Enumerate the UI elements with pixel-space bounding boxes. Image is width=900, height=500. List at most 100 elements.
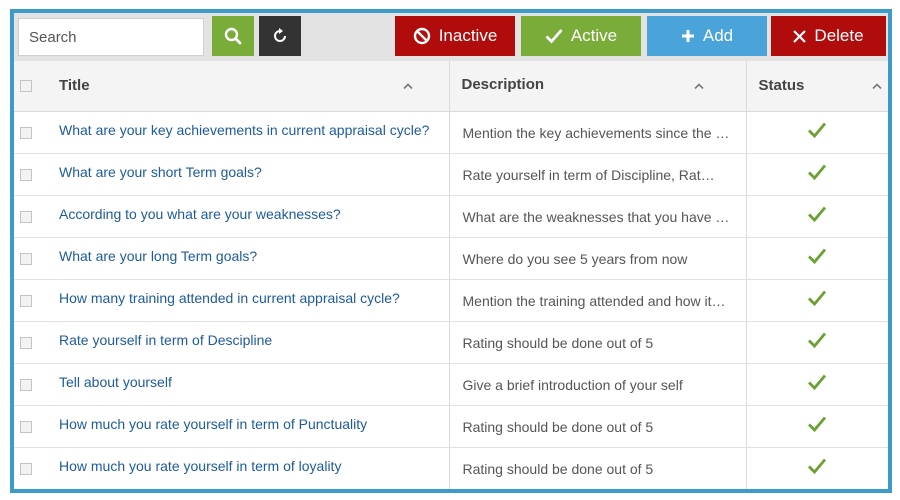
column-header-title-label: Title bbox=[59, 77, 90, 94]
row-checkbox-cell bbox=[14, 321, 49, 364]
delete-button[interactable]: Delete bbox=[771, 16, 886, 56]
row-checkbox[interactable] bbox=[20, 252, 32, 265]
row-checkbox-cell bbox=[14, 153, 49, 196]
refresh-button[interactable] bbox=[259, 16, 301, 56]
row-description: Rating should be done out of 5 bbox=[448, 321, 747, 364]
toolbar: Inactive Active Add Delete bbox=[14, 13, 888, 61]
plus-icon bbox=[681, 30, 694, 42]
row-status bbox=[746, 279, 888, 322]
row-description: Rating should be done out of 5 bbox=[448, 405, 747, 448]
row-title-link[interactable]: How much you rate yourself in term of lo… bbox=[49, 447, 449, 489]
active-check-icon bbox=[808, 206, 827, 223]
row-title-text: How much you rate yourself in term of Pu… bbox=[59, 415, 368, 432]
row-title-link[interactable]: Tell about yourself bbox=[49, 363, 449, 406]
row-description: Give a brief introduction of your self bbox=[448, 363, 747, 406]
row-description: Rating should be done out of 5 bbox=[448, 447, 747, 489]
add-button[interactable]: Add bbox=[647, 16, 767, 56]
row-status bbox=[746, 237, 888, 280]
active-check-icon bbox=[808, 164, 827, 181]
row-checkbox[interactable] bbox=[20, 126, 32, 139]
row-status bbox=[746, 195, 888, 238]
row-description: Mention the training attended and how it… bbox=[448, 279, 747, 322]
row-status bbox=[746, 153, 888, 196]
row-status bbox=[746, 447, 888, 489]
row-checkbox[interactable] bbox=[20, 210, 32, 223]
search-input[interactable] bbox=[18, 18, 204, 56]
table-row[interactable]: Tell about yourself Give a brief introdu… bbox=[14, 363, 888, 406]
row-description: Where do you see 5 years from now bbox=[448, 237, 747, 280]
row-checkbox[interactable] bbox=[20, 420, 32, 433]
questions-panel: Inactive Active Add Delete bbox=[10, 9, 892, 493]
active-check-icon bbox=[808, 374, 827, 391]
row-title-text: Tell about yourself bbox=[59, 373, 172, 390]
column-header-title[interactable]: Title bbox=[49, 61, 449, 112]
row-title-text: According to you what are your weaknesse… bbox=[59, 205, 341, 222]
row-title-link[interactable]: How many training attended in current ap… bbox=[49, 279, 449, 322]
row-status bbox=[746, 405, 888, 448]
row-checkbox-cell bbox=[14, 405, 49, 448]
row-status bbox=[746, 111, 888, 154]
row-checkbox[interactable] bbox=[20, 336, 32, 349]
row-checkbox-cell bbox=[14, 237, 49, 280]
row-checkbox-cell bbox=[14, 111, 49, 154]
inactive-label: Inactive bbox=[438, 26, 498, 45]
table-row[interactable]: How much you rate yourself in term of lo… bbox=[14, 447, 888, 489]
active-check-icon bbox=[808, 458, 827, 475]
row-checkbox[interactable] bbox=[20, 294, 32, 307]
table-header-row: Title Description Status bbox=[14, 61, 888, 112]
active-label: Active bbox=[570, 26, 618, 45]
table-row[interactable]: How much you rate yourself in term of Pu… bbox=[14, 405, 888, 448]
close-icon bbox=[793, 29, 807, 43]
row-description: Rate yourself in term of Discipline, Rat… bbox=[448, 153, 747, 196]
table-row[interactable]: How many training attended in current ap… bbox=[14, 279, 888, 322]
select-all-cell bbox=[14, 61, 49, 112]
row-status bbox=[746, 321, 888, 364]
row-title-link[interactable]: What are your long Term goals? bbox=[49, 237, 449, 280]
row-checkbox[interactable] bbox=[20, 462, 32, 475]
active-check-icon bbox=[808, 122, 827, 139]
active-check-icon bbox=[808, 290, 827, 307]
row-title-text: What are your short Term goals? bbox=[59, 163, 262, 180]
row-title-link[interactable]: What are your key achievements in curren… bbox=[49, 111, 449, 154]
row-checkbox-cell bbox=[14, 195, 49, 238]
row-checkbox-cell bbox=[14, 447, 49, 489]
table-row[interactable]: Rate yourself in term of Descipline Rati… bbox=[14, 321, 888, 364]
row-description: What are the weaknesses that you have … bbox=[448, 195, 747, 238]
active-button[interactable]: Active bbox=[521, 16, 641, 56]
select-all-checkbox[interactable] bbox=[20, 80, 32, 92]
questions-table: Title Description Status What are your k… bbox=[14, 61, 888, 489]
row-title-text: What are your long Term goals? bbox=[59, 247, 258, 264]
column-header-status-label: Status bbox=[758, 77, 805, 94]
sort-up-icon bbox=[872, 83, 882, 89]
row-description: Mention the key achievements since the … bbox=[448, 111, 747, 154]
table-row[interactable]: What are your key achievements in curren… bbox=[14, 111, 888, 154]
table-row[interactable]: According to you what are your weaknesse… bbox=[14, 195, 888, 238]
row-title-text: What are your key achievements in curren… bbox=[59, 121, 430, 138]
active-check-icon bbox=[808, 332, 827, 349]
row-title-link[interactable]: Rate yourself in term of Descipline bbox=[49, 321, 449, 364]
sort-up-icon bbox=[693, 83, 704, 89]
table-row[interactable]: What are your short Term goals? Rate you… bbox=[14, 153, 888, 196]
row-checkbox-cell bbox=[14, 279, 49, 322]
inactive-button[interactable]: Inactive bbox=[395, 16, 515, 56]
row-title-link[interactable]: What are your short Term goals? bbox=[49, 153, 449, 196]
row-title-link[interactable]: How much you rate yourself in term of Pu… bbox=[49, 405, 449, 448]
search-button[interactable] bbox=[212, 16, 254, 56]
ban-icon bbox=[413, 27, 430, 45]
active-check-icon bbox=[808, 248, 827, 265]
column-header-description[interactable]: Description bbox=[448, 61, 747, 112]
column-header-status[interactable]: Status bbox=[746, 61, 888, 112]
row-checkbox-cell bbox=[14, 363, 49, 406]
row-checkbox[interactable] bbox=[20, 378, 32, 391]
row-checkbox[interactable] bbox=[20, 168, 32, 181]
table-row[interactable]: What are your long Term goals? Where do … bbox=[14, 237, 888, 280]
row-title-link[interactable]: According to you what are your weaknesse… bbox=[49, 195, 449, 238]
row-status bbox=[746, 363, 888, 406]
add-label: Add bbox=[702, 26, 734, 45]
refresh-icon bbox=[274, 28, 286, 42]
row-title-text: Rate yourself in term of Descipline bbox=[59, 331, 273, 348]
check-icon bbox=[545, 29, 563, 44]
row-title-text: How many training attended in current ap… bbox=[59, 289, 400, 306]
sort-up-icon bbox=[402, 83, 413, 89]
active-check-icon bbox=[808, 416, 827, 433]
